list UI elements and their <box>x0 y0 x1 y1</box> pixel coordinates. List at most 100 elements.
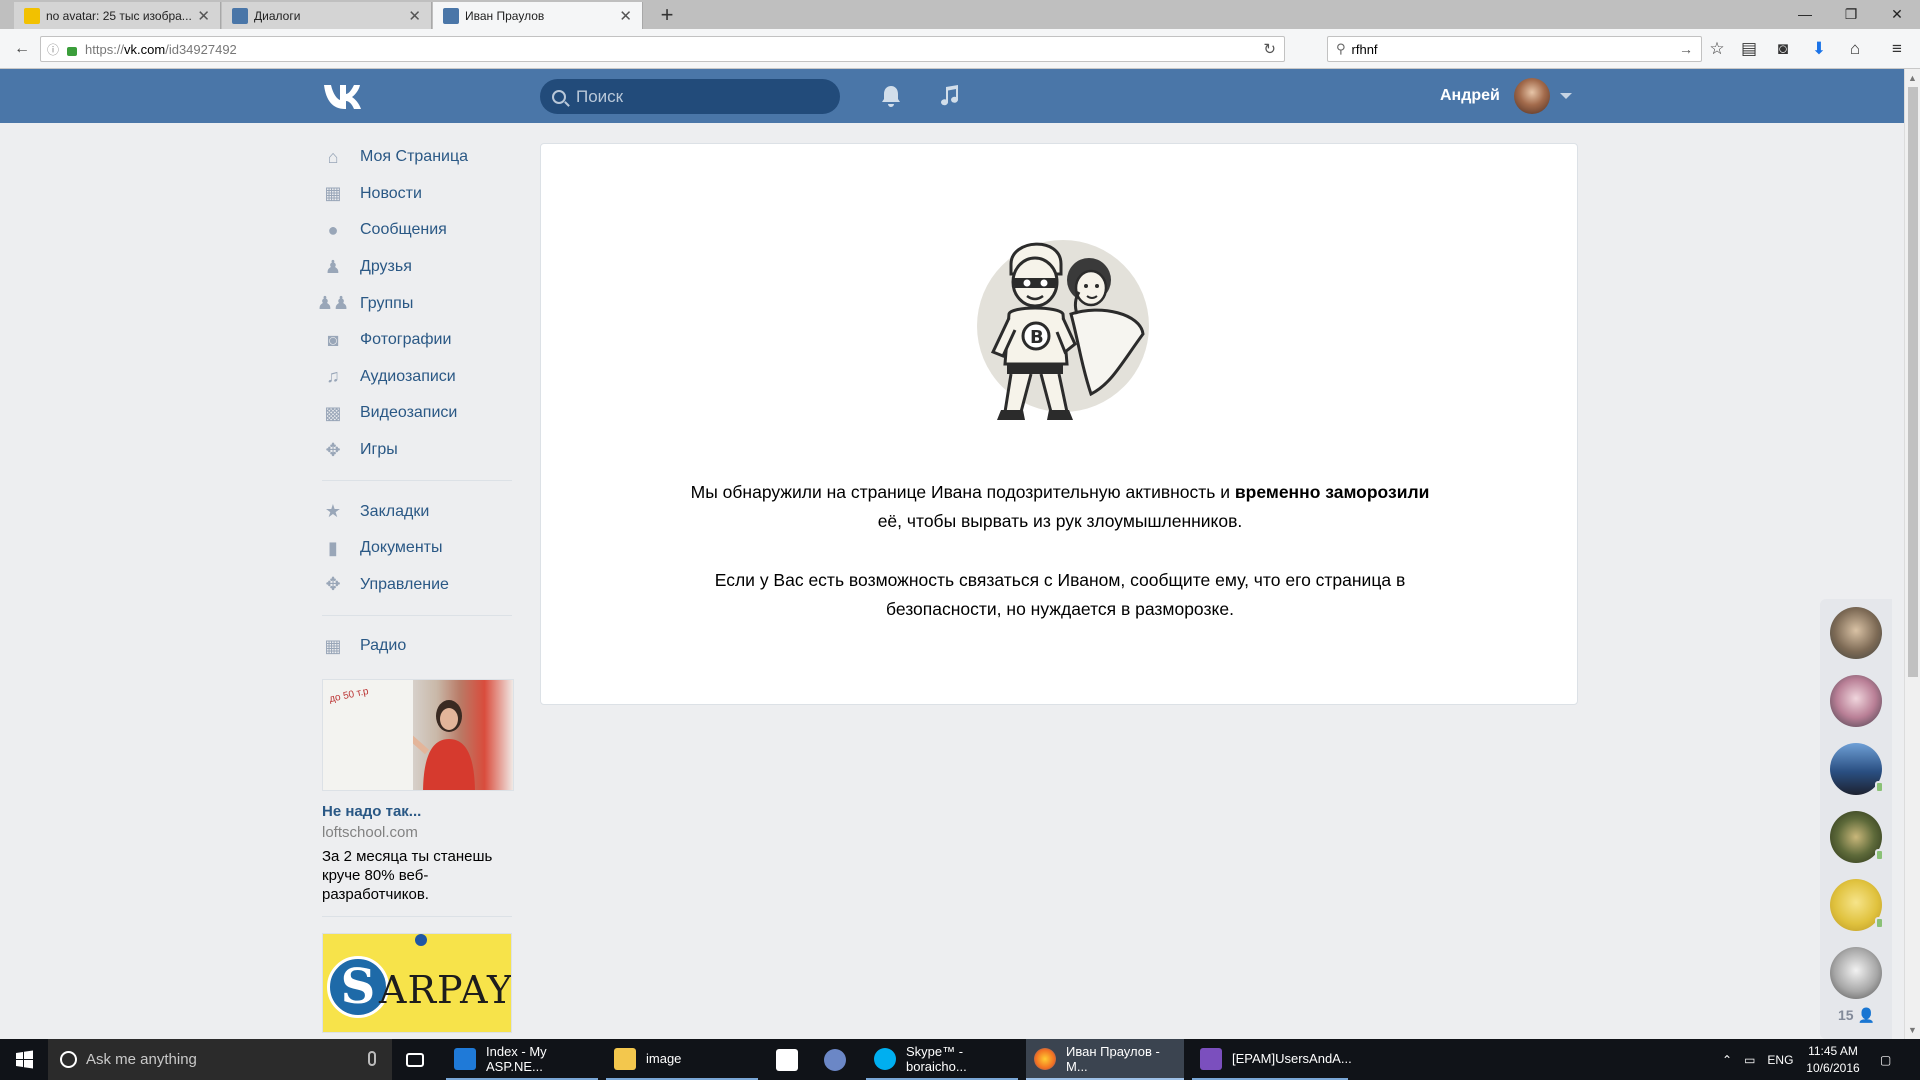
sidebar-item-photos[interactable]: ◙ Фотографии <box>322 322 514 359</box>
windows-taskbar: Ask me anything Index - My ASP.NE... ima… <box>0 1039 1920 1080</box>
sidebar-item-news[interactable]: ▦ Новости <box>322 176 514 213</box>
sidebar-item-audio[interactable]: ♫ Аудиозаписи <box>322 359 514 396</box>
vk-search-input[interactable]: Поиск <box>540 79 840 114</box>
sidebar-item-games[interactable]: ✥ Игры <box>322 432 514 469</box>
notifications-icon[interactable]: ▢ <box>1880 1039 1891 1080</box>
friend-avatar[interactable] <box>1830 811 1884 863</box>
system-tray: ⌃ ▭ ENG <box>1722 1039 1793 1080</box>
taskbar-app-label: Skype™ - boraicho... <box>906 1043 967 1074</box>
reading-list-icon[interactable]: ▤ <box>1738 38 1760 60</box>
browser-tab-images[interactable]: no avatar: 25 тыс изобра... ✕ <box>14 2 221 29</box>
online-indicator-icon <box>1875 781 1884 793</box>
address-bar[interactable]: ⓘ https://vk.com/id34927492 ↻ <box>40 36 1285 62</box>
browser-tab-profile[interactable]: Иван Праулов ✕ <box>433 2 643 29</box>
tab-title: Диалоги <box>254 8 301 23</box>
sidebar-item-friends[interactable]: ♟ Друзья <box>322 249 514 286</box>
sidebar-item-management[interactable]: ✥ Управление <box>322 567 514 604</box>
windows-logo-icon <box>16 1050 33 1069</box>
go-arrow-icon[interactable]: → <box>1679 41 1693 57</box>
sidebar-item-video[interactable]: ▩ Видеозаписи <box>322 395 514 432</box>
microphone-icon[interactable] <box>368 1051 376 1066</box>
taskbar-app-label: Index - My ASP.NE... <box>486 1043 547 1074</box>
browser-search-value[interactable]: rfhnf <box>1352 42 1378 57</box>
download-icon[interactable]: ⬇ <box>1808 38 1830 60</box>
new-tab-button[interactable]: + <box>652 2 682 29</box>
friends-online-count[interactable]: 15 👤 <box>1838 1007 1875 1024</box>
close-tab-icon[interactable]: ✕ <box>619 7 632 25</box>
close-window-button[interactable]: ✕ <box>1874 0 1920 29</box>
ad-title[interactable]: Не надо так... <box>322 803 514 820</box>
friend-avatar[interactable] <box>1830 947 1882 999</box>
home-icon[interactable]: ⌂ <box>1844 38 1866 60</box>
input-language[interactable]: ENG <box>1767 1053 1793 1067</box>
friend-avatar[interactable] <box>1830 743 1884 795</box>
bookmark-star-icon[interactable]: ☆ <box>1706 38 1728 60</box>
restore-button[interactable]: ❐ <box>1828 0 1874 29</box>
minimize-button[interactable]: — <box>1782 0 1828 29</box>
browser-search-field[interactable]: ⚲ rfhnf → <box>1327 36 1702 62</box>
vertical-scrollbar[interactable]: ▲ ▼ <box>1904 69 1920 1039</box>
windows-start-button[interactable] <box>0 1039 48 1080</box>
friend-avatar[interactable] <box>1830 675 1882 727</box>
back-arrow-icon[interactable]: ← <box>8 35 36 63</box>
taskbar-app-skype[interactable]: Skype™ - boraicho... <box>866 1039 1018 1080</box>
reload-icon[interactable]: ↻ <box>1263 40 1276 58</box>
taskbar-app-explorer[interactable]: image <box>606 1039 758 1080</box>
menu-icon[interactable]: ≡ <box>1886 38 1908 60</box>
vk-icon <box>443 7 459 24</box>
sidebar-divider <box>322 615 512 617</box>
sarpay-logo-text: ARPAY <box>379 967 512 1012</box>
url-text[interactable]: https://vk.com/id34927492 <box>85 42 237 57</box>
music-note-icon[interactable] <box>936 83 962 109</box>
vk-search-placeholder: Поиск <box>576 86 624 106</box>
skype-icon <box>874 1047 896 1070</box>
sidebar-item-radio[interactable]: ▦ Радио <box>322 628 514 665</box>
close-tab-icon[interactable]: ✕ <box>408 7 421 25</box>
task-view-button[interactable] <box>398 1039 440 1080</box>
taskbar-app-label: Иван Праулов - M... <box>1066 1043 1160 1074</box>
network-icon[interactable]: ▭ <box>1744 1053 1755 1067</box>
pocket-icon[interactable]: ◙ <box>1772 38 1794 60</box>
sidebar-item-groups[interactable]: ♟♟ Группы <box>316 285 514 322</box>
visual-studio-icon <box>1200 1047 1222 1070</box>
ad-domain[interactable]: loftschool.com <box>322 824 514 841</box>
friend-avatar[interactable] <box>1830 607 1882 659</box>
groups-icon: ♟♟ <box>316 293 350 314</box>
taskbar-app-firefox[interactable]: Иван Праулов - M... <box>1026 1039 1184 1080</box>
folder-icon <box>614 1047 636 1070</box>
browser-tab-dialogs[interactable]: Диалоги ✕ <box>222 2 432 29</box>
scroll-up-icon[interactable]: ▲ <box>1908 73 1917 83</box>
yandex-images-icon <box>24 7 40 24</box>
taskbar-app-edge[interactable]: Index - My ASP.NE... <box>446 1039 598 1080</box>
sidebar-item-label: Радио <box>360 637 407 655</box>
taskbar-app-label: image <box>646 1051 682 1066</box>
notifications-bell-icon[interactable] <box>878 83 904 109</box>
chevron-up-icon[interactable]: ⌃ <box>1722 1053 1732 1067</box>
sidebar-item-my-page[interactable]: ⌂ Моя Страница <box>322 139 514 176</box>
chevron-down-icon <box>1559 93 1572 99</box>
sidebar-item-bookmarks[interactable]: ★ Закладки <box>322 493 514 530</box>
vk-logo-icon[interactable] <box>322 81 370 111</box>
cortana-placeholder: Ask me anything <box>86 1051 197 1068</box>
superhero-illustration: B <box>977 240 1149 420</box>
user-menu[interactable]: Андрей <box>1440 69 1572 123</box>
sidebar-item-label: Видеозаписи <box>360 404 458 422</box>
taskbar-app-store[interactable] <box>768 1039 810 1080</box>
whiteboard: до 50 т.р <box>323 679 413 790</box>
sidebar-item-label: Игры <box>360 441 398 459</box>
ad-banner-sarpay[interactable]: S ARPAY <box>322 932 512 1033</box>
music-icon <box>941 85 958 106</box>
friend-avatar[interactable] <box>1830 879 1884 931</box>
info-icon[interactable]: ⓘ <box>47 41 59 58</box>
cortana-search-box[interactable]: Ask me anything <box>48 1039 392 1080</box>
sidebar-item-documents[interactable]: ▮ Документы <box>322 530 514 567</box>
taskbar-app-visual-studio[interactable]: [EPAM]UsersAndA... <box>1192 1039 1352 1080</box>
taskbar-app-pinned[interactable] <box>816 1039 858 1080</box>
scroll-down-icon[interactable]: ▼ <box>1908 1025 1917 1035</box>
star-icon: ★ <box>324 501 342 522</box>
ad-image[interactable]: до 50 т.р <box>322 678 514 791</box>
sidebar-item-messages[interactable]: ● Сообщения <box>322 212 514 249</box>
scrollbar-thumb[interactable] <box>1908 87 1918 677</box>
taskbar-clock[interactable]: 11:45 AM 10/6/2016 <box>1798 1043 1868 1077</box>
close-tab-icon[interactable]: ✕ <box>197 7 210 25</box>
